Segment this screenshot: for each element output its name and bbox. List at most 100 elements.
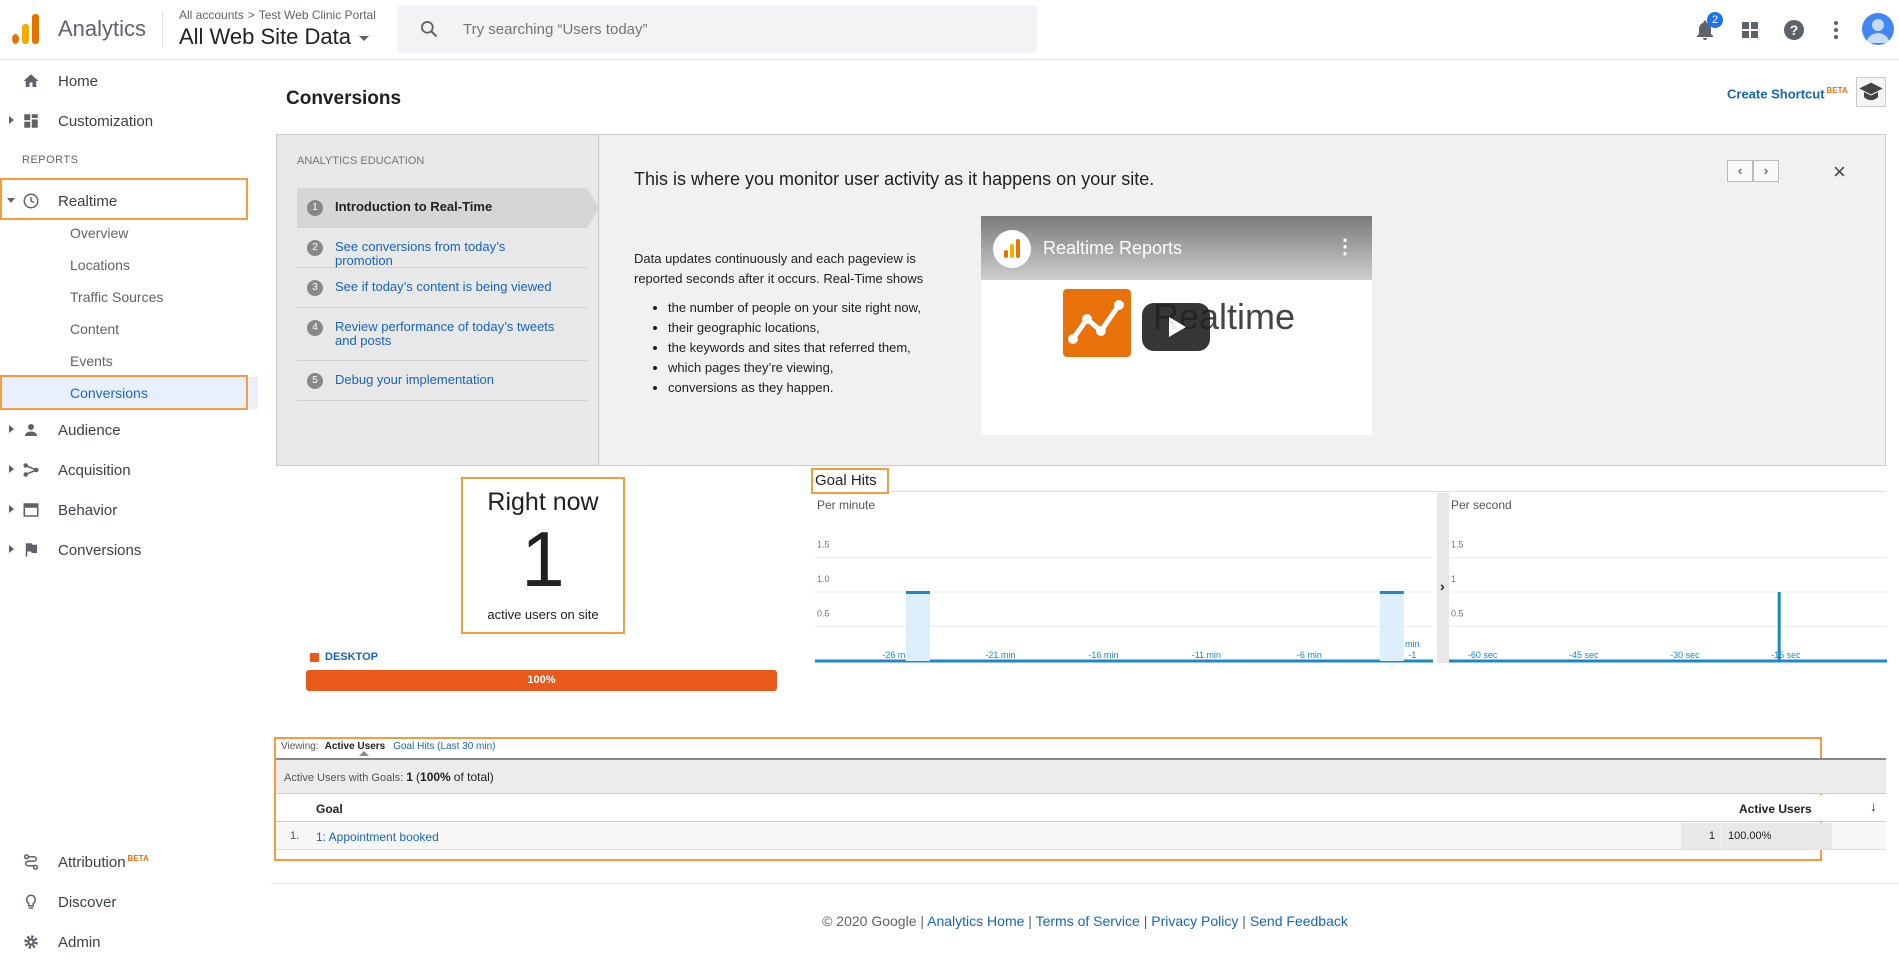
list-item: the number of people on your site right …	[668, 298, 921, 318]
help-button[interactable]: ?	[1780, 16, 1808, 44]
legend-swatch	[310, 652, 319, 662]
apps-button[interactable]	[1736, 16, 1764, 44]
footer: © 2020 Google | Analytics Home | Terms o…	[822, 913, 1348, 929]
education-step-5[interactable]: 5 Debug your implementation	[297, 361, 587, 401]
breadcrumb[interactable]: All accounts > Test Web Clinic Portal	[179, 8, 376, 22]
chevron-right-icon: >	[247, 8, 255, 22]
x-tick-label: -16 min	[1088, 650, 1118, 660]
create-shortcut-label: Create Shortcut	[1727, 86, 1825, 102]
step-number: 5	[307, 373, 323, 389]
x-tick-label: min	[1405, 639, 1420, 649]
education-step-2[interactable]: 2 See conversions from today’s promotion	[297, 228, 587, 268]
bar-mark	[1777, 592, 1781, 661]
tab-goal-hits[interactable]: Goal Hits (Last 30 min)	[393, 741, 495, 752]
sidebar-item-behavior[interactable]: Behavior	[0, 490, 258, 530]
footer-link-analytics-home[interactable]: Analytics Home	[927, 913, 1024, 929]
breadcrumb-property[interactable]: Test Web Clinic Portal	[259, 8, 376, 22]
caret-down-icon	[359, 35, 370, 41]
goal-hits-title: Goal Hits	[815, 472, 877, 489]
step-label: Debug your implementation	[335, 372, 494, 387]
chevron-right-icon	[9, 465, 14, 473]
analytics-education-panel: ANALYTICS EDUCATION 1 Introduction to Re…	[276, 134, 1886, 466]
goal-hits-chart: Per minute0.51.01.5-26 min -21 min -16 min…	[815, 493, 1887, 663]
sidebar-item-overview[interactable]: Overview	[0, 217, 258, 249]
notifications-button[interactable]: 2	[1691, 12, 1723, 44]
footer-link-terms[interactable]: Terms of Service	[1036, 913, 1140, 929]
bar-mark	[1379, 591, 1404, 594]
tab-active-users[interactable]: Active Users	[325, 741, 386, 752]
education-step-3[interactable]: 3 See if today’s content is being viewed	[297, 268, 587, 308]
education-steps: ANALYTICS EDUCATION 1 Introduction to Re…	[277, 135, 599, 465]
education-heading: ANALYTICS EDUCATION	[297, 155, 425, 167]
more-options-button[interactable]	[1822, 16, 1850, 44]
sidebar-item-discover[interactable]: Discover	[0, 882, 258, 922]
sidebar-item-label: Content	[70, 321, 120, 337]
viewing-label: Viewing:	[281, 741, 319, 752]
right-now-title: Right now	[487, 488, 599, 516]
play-button-icon[interactable]	[1142, 303, 1210, 351]
sidebar-item-attribution[interactable]: Attribution BETA	[0, 842, 258, 882]
sidebar-item-locations[interactable]: Locations	[0, 249, 258, 281]
sidebar-item-conversions[interactable]: Conversions	[0, 530, 258, 570]
divider	[162, 12, 163, 48]
step-label: See if today’s content is being viewed	[335, 279, 552, 294]
sidebar-item-home[interactable]: Home	[0, 61, 258, 101]
sidebar-item-label: Events	[70, 353, 113, 369]
sidebar-item-events[interactable]: Events	[0, 345, 258, 377]
education-step-4[interactable]: 4 Review performance of today’s tweets a…	[297, 308, 587, 361]
sidebar-item-label: Locations	[70, 257, 130, 273]
footer-link-privacy[interactable]: Privacy Policy	[1151, 913, 1238, 929]
divider	[891, 491, 1886, 492]
goal-link[interactable]: 1: Appointment booked	[316, 830, 439, 844]
previous-button[interactable]: ‹	[1727, 160, 1753, 182]
channel-avatar[interactable]	[993, 230, 1031, 268]
next-button[interactable]: ›	[1753, 160, 1779, 182]
beta-badge: BETA	[127, 854, 149, 863]
step-label: See conversions from today’s promotion	[335, 239, 506, 268]
apps-grid-icon	[1742, 22, 1758, 38]
viewing-tabs: Viewing: Active Users Goal Hits (Last 30 m…	[281, 741, 495, 752]
sort-arrow-icon[interactable]: ↓	[1870, 798, 1877, 814]
attribution-icon	[23, 854, 39, 870]
summary-percent: 100%	[420, 770, 451, 784]
column-header-active-users[interactable]: Active Users	[1739, 802, 1812, 816]
account-avatar[interactable]	[1862, 13, 1894, 45]
footer-link-feedback[interactable]: Send Feedback	[1250, 913, 1348, 929]
sidebar-item-label: Overview	[70, 225, 129, 241]
more-vert-icon	[1834, 21, 1838, 39]
sidebar-item-audience[interactable]: Audience	[0, 410, 258, 450]
sidebar-item-admin[interactable]: Admin	[0, 922, 258, 962]
x-tick-label: -11 min	[1192, 650, 1221, 660]
video-player[interactable]: Realtime Reports ⋮ Realtime	[981, 216, 1372, 435]
sidebar-item-customization[interactable]: Customization	[0, 101, 258, 141]
sidebar-item-content[interactable]: Content	[0, 313, 258, 345]
sidebar-item-traffic-sources[interactable]: Traffic Sources	[0, 281, 258, 313]
highlight-conversions	[0, 375, 248, 410]
table-row: 1. 1: Appointment booked 1 100.00%	[276, 823, 1886, 850]
column-header-goal[interactable]: Goal	[316, 802, 343, 816]
sidebar-item-label: Acquisition	[58, 462, 131, 479]
education-step-1[interactable]: 1 Introduction to Real-Time	[297, 188, 599, 228]
divider	[271, 883, 1899, 884]
bar-fill	[1379, 592, 1404, 661]
sidebar-item-label: Attribution BETA	[58, 854, 149, 871]
step-number: 2	[307, 240, 323, 256]
analytics-logo-icon[interactable]	[12, 14, 40, 44]
sidebar-item-label: Discover	[58, 894, 117, 911]
sidebar-item-label: Audience	[58, 422, 121, 439]
table-summary: Active Users with Goals: 1 (100% of tota…	[276, 760, 1886, 794]
analytics-logo-icon	[1004, 239, 1020, 258]
create-shortcut-link[interactable]: Create Shortcut BETA	[1727, 86, 1848, 101]
search-input[interactable]	[463, 18, 1003, 40]
breadcrumb-accounts[interactable]: All accounts	[179, 8, 244, 22]
active-users-value: 1	[1681, 823, 1721, 849]
more-vert-icon[interactable]: ⋮	[1335, 234, 1355, 259]
panel-title: Per second	[1451, 498, 1512, 512]
education-toggle-button[interactable]	[1856, 77, 1886, 107]
close-icon[interactable]: ×	[1833, 159, 1846, 185]
app-title: Analytics	[58, 16, 147, 41]
search-box[interactable]	[397, 5, 1037, 53]
device-legend[interactable]: DESKTOP	[310, 651, 378, 663]
sidebar-item-acquisition[interactable]: Acquisition	[0, 450, 258, 490]
view-selector[interactable]: All Web Site Data	[179, 24, 370, 50]
